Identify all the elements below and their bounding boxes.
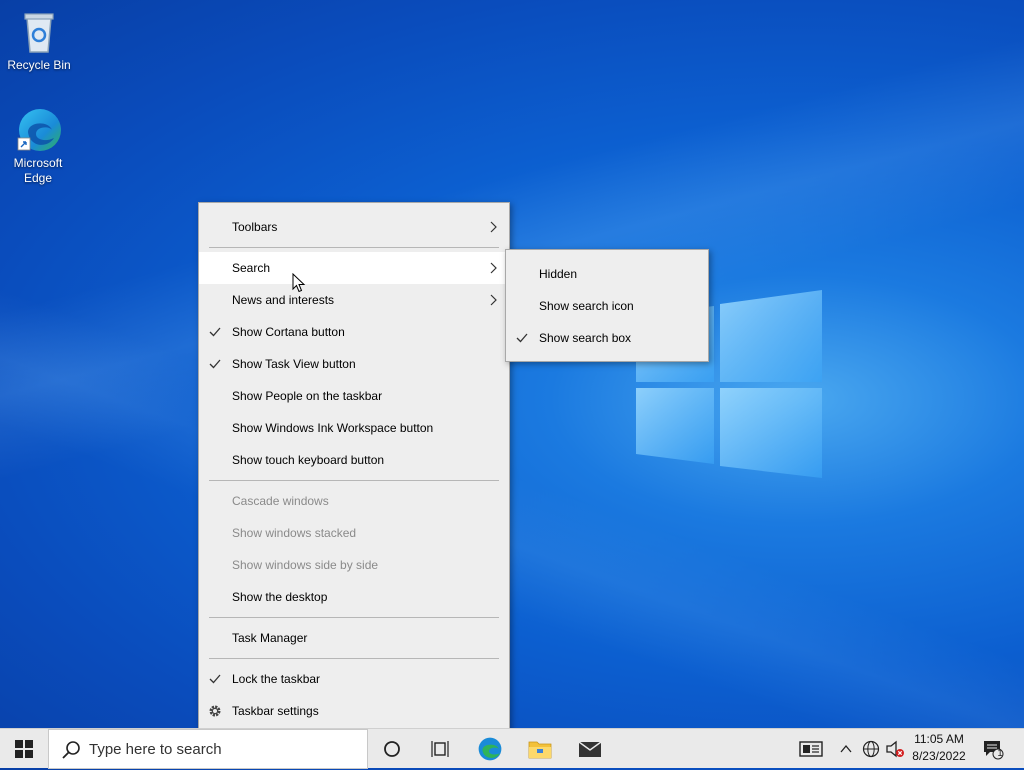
menu-item-show-windows-ink[interactable]: Show Windows Ink Workspace button [199,412,509,444]
taskbar: Type here to search 11:05 AM 8/23/2022 1 [0,728,1024,769]
menu-item-label: Cascade windows [232,494,329,508]
edge-icon [478,737,502,761]
news-icon [799,741,823,757]
notification-count-badge: 1 [997,748,1003,758]
news-and-interests-button[interactable] [794,729,828,769]
menu-item-task-manager[interactable]: Task Manager [199,622,509,654]
wallpaper-light-beam [0,0,1024,768]
chevron-right-icon [490,294,497,306]
menu-item-label: Show People on the taskbar [232,389,383,403]
search-icon [62,741,80,759]
menu-item-label: Search [232,261,271,275]
task-view-button[interactable] [420,729,460,769]
desktop-icon-label: Microsoft Edge [13,156,63,185]
submenu-item-show-search-icon[interactable]: Show search icon [506,290,708,322]
menu-item-label: Show Task View button [232,357,356,371]
mail-icon [578,741,602,757]
menu-item-news-and-interests[interactable]: News and interests [199,284,509,316]
menu-item-label: News and interests [232,293,335,307]
taskbar-edge-button[interactable] [470,729,510,769]
cortana-icon [384,741,400,757]
checkmark-icon [209,359,221,369]
menu-item-label: Lock the taskbar [232,672,321,686]
menu-separator [209,247,499,248]
menu-item-label: Show search box [539,331,632,345]
menu-item-lock-the-taskbar[interactable]: Lock the taskbar [199,663,509,695]
menu-item-taskbar-settings[interactable]: Taskbar settings [199,695,509,727]
cortana-button[interactable] [372,729,412,769]
taskbar-context-menu: Toolbars Search News and interests Show … [198,202,510,734]
start-button[interactable] [0,729,48,769]
menu-item-cascade-windows: Cascade windows [199,485,509,517]
menu-item-label: Show windows stacked [232,526,357,540]
wallpaper-light-beam-2 [0,0,1024,768]
checkmark-icon [209,327,221,337]
task-view-icon [431,741,449,757]
menu-item-show-windows-stacked: Show windows stacked [199,517,509,549]
submenu-item-show-search-box[interactable]: Show search box [506,322,708,354]
file-explorer-icon [528,741,552,759]
menu-item-label: Toolbars [232,220,278,234]
taskbar-clock[interactable]: 11:05 AM 8/23/2022 [904,731,974,767]
menu-item-label: Show Windows Ink Workspace button [232,421,434,435]
network-button[interactable] [860,729,882,769]
windows-start-icon [15,740,33,758]
menu-item-show-task-view-button[interactable]: Show Task View button [199,348,509,380]
desktop-icon-recycle-bin[interactable]: Recycle Bin [3,8,75,73]
action-center-button[interactable]: 1 [978,729,1008,769]
taskbar-file-explorer-button[interactable] [518,729,562,769]
volume-button[interactable] [884,729,906,769]
menu-item-label: Taskbar settings [232,704,319,718]
mouse-pointer-icon [292,273,306,293]
menu-item-label: Task Manager [232,631,308,645]
menu-separator [209,480,499,481]
chevron-up-icon [840,744,852,753]
gear-icon [209,705,221,717]
menu-item-label: Show Cortana button [232,325,345,339]
menu-item-label: Hidden [539,267,578,281]
menu-item-label: Show search icon [539,299,634,313]
menu-separator [209,658,499,659]
menu-item-search[interactable]: Search [199,252,509,284]
edge-icon [17,109,61,151]
desktop-icon-label: Recycle Bin [7,58,71,72]
taskbar-mail-button[interactable] [568,729,612,769]
search-placeholder: Type here to search [89,741,222,758]
checkmark-icon [209,674,221,684]
menu-item-label: Show the desktop [232,590,328,604]
menu-item-show-touch-keyboard[interactable]: Show touch keyboard button [199,444,509,476]
menu-item-show-people[interactable]: Show People on the taskbar [199,380,509,412]
menu-separator [209,617,499,618]
network-icon [862,740,880,758]
desktop-icon-microsoft-edge[interactable]: Microsoft Edge [2,106,74,186]
show-hidden-icons-button[interactable] [836,729,856,769]
checkmark-icon [516,333,528,343]
menu-item-show-the-desktop[interactable]: Show the desktop [199,581,509,613]
volume-muted-icon [886,740,904,758]
clock-time: 11:05 AM [914,732,964,746]
clock-date: 8/23/2022 [912,749,966,763]
menu-item-show-windows-side-by-side: Show windows side by side [199,549,509,581]
recycle-bin-icon [24,13,54,53]
taskbar-search-box[interactable]: Type here to search [48,729,368,769]
menu-item-label: Show windows side by side [232,558,379,572]
submenu-item-hidden[interactable]: Hidden [506,258,708,290]
chevron-right-icon [490,221,497,233]
menu-item-show-cortana-button[interactable]: Show Cortana button [199,316,509,348]
menu-item-label: Show touch keyboard button [232,453,385,467]
chevron-right-icon [490,262,497,274]
search-submenu: Hidden Show search icon Show search box [505,249,709,362]
menu-item-toolbars[interactable]: Toolbars [199,211,509,243]
